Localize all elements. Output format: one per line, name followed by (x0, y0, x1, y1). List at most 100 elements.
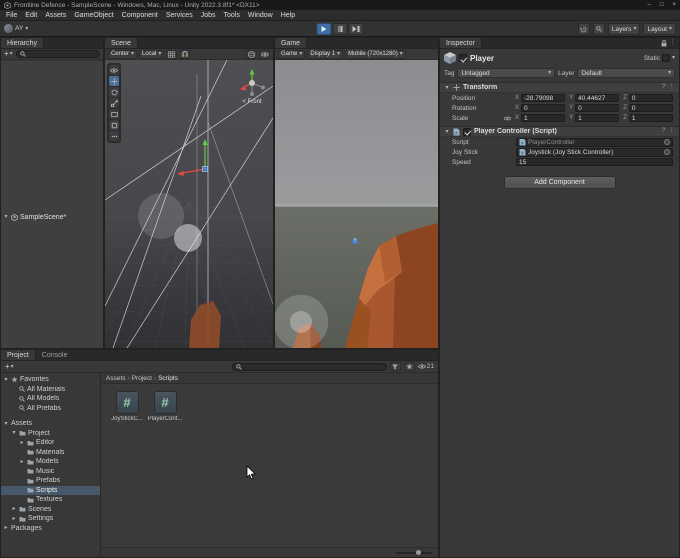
step-button[interactable] (348, 23, 364, 35)
expand-arrow[interactable]: ▾ (3, 377, 9, 383)
object-picker-icon[interactable] (664, 149, 670, 155)
view-tool[interactable] (109, 65, 119, 75)
kebab-menu-icon[interactable]: ⋮ (669, 84, 676, 91)
menu-assets[interactable]: Assets (41, 12, 70, 19)
gizmos-toggle-icon[interactable] (259, 49, 270, 59)
layers-dropdown[interactable]: Layers ▾ (607, 23, 641, 35)
expand-arrow[interactable]: ▸ (3, 525, 9, 531)
menu-help[interactable]: Help (277, 12, 299, 19)
rect-tool[interactable] (109, 109, 119, 119)
menu-window[interactable]: Window (244, 12, 277, 19)
tab-inspector[interactable]: Inspector (440, 38, 482, 48)
transform-scale-z-input[interactable]: 1 (628, 113, 673, 123)
project-tree-item-materials[interactable]: Materials (1, 448, 100, 458)
project-tree-item-music[interactable]: Music (1, 467, 100, 477)
handle-rotation-dropdown[interactable]: Local ▾ (139, 49, 165, 59)
expand-arrow[interactable]: ▸ (19, 440, 25, 446)
asset-joystickc[interactable]: # JoyStickC... (109, 391, 145, 422)
move-tool[interactable] (109, 76, 119, 86)
transform-tool[interactable] (109, 120, 119, 130)
menu-tools[interactable]: Tools (220, 12, 244, 19)
tab-scene[interactable]: Scene (105, 38, 138, 48)
expand-arrow[interactable]: ▾ (11, 430, 17, 436)
expand-arrow[interactable]: ▸ (11, 506, 17, 512)
create-asset-button[interactable]: + ▾ (5, 362, 14, 371)
expand-arrow[interactable]: ▾ (444, 129, 450, 135)
expand-arrow[interactable]: ▸ (11, 516, 17, 522)
layer-dropdown[interactable]: Default ▾ (577, 68, 675, 78)
kebab-menu-icon[interactable]: ⋮ (670, 39, 677, 47)
gameobject-name-field[interactable]: Player (470, 54, 641, 63)
display-dropdown[interactable]: Display 1 ▾ (307, 49, 344, 59)
scene-header-samplescene[interactable]: ▾ SampleScene* (1, 61, 103, 348)
project-tree-item-packages[interactable]: ▸ Packages (1, 524, 100, 534)
favorites-star-icon[interactable] (403, 362, 415, 371)
object-picker-icon[interactable] (664, 139, 670, 145)
transform-scale-y-input[interactable]: 1 (575, 113, 620, 123)
filter-icon[interactable] (389, 362, 401, 371)
add-component-button[interactable]: Add Component (503, 176, 616, 189)
menu-jobs[interactable]: Jobs (197, 12, 220, 19)
menu-component[interactable]: Component (118, 12, 162, 19)
project-tree-item-all-prefabs[interactable]: All Prefabs (1, 404, 100, 414)
static-caret-icon[interactable]: ▾ (672, 55, 675, 61)
asset-playercont[interactable]: # PlayerCont... (147, 391, 183, 422)
orientation-label[interactable]: < Front (242, 99, 261, 105)
project-tree-item-all-models[interactable]: All Models (1, 394, 100, 404)
minimize-button[interactable]: – (648, 2, 651, 8)
joystick-ui-overlay[interactable] (275, 294, 329, 348)
transform-rotation-x-input[interactable]: 0 (521, 103, 566, 113)
kebab-menu-icon[interactable]: ⋮ (669, 128, 676, 135)
orientation-gizmo[interactable]: < Front (237, 68, 267, 105)
project-tree-item-settings[interactable]: ▸ Settings (1, 514, 100, 524)
transform-scale-x-input[interactable]: 1 (521, 113, 566, 123)
breadcrumb-project[interactable]: Project (132, 375, 152, 382)
transform-position-z-input[interactable]: 0 (628, 93, 673, 103)
project-tree-item-textures[interactable]: Textures (1, 495, 100, 505)
account-button[interactable]: AY ▾ (4, 24, 28, 33)
rotate-tool[interactable] (109, 87, 119, 97)
help-icon[interactable]: ? (662, 128, 666, 135)
transform-position-y-input[interactable]: 40.44627 (575, 93, 620, 103)
maximize-button[interactable]: □ (660, 2, 664, 8)
object-field-joy-stick[interactable]: # Joystick (Joy Stick Controller) (516, 147, 673, 157)
transform-rotation-z-input[interactable]: 0 (628, 103, 673, 113)
tag-dropdown[interactable]: Untagged ▾ (457, 68, 556, 78)
breadcrumb-scripts[interactable]: Scripts (158, 375, 178, 382)
tab-console[interactable]: Console (36, 350, 74, 360)
breadcrumb-assets[interactable]: Assets (106, 375, 126, 382)
project-tree-item-favorites[interactable]: ▾ Favorites (1, 375, 100, 385)
icon-zoom-slider[interactable] (396, 549, 432, 555)
transform-component-header[interactable]: ▾ Transform ? ⋮ (440, 82, 679, 93)
snap-icon[interactable] (179, 49, 191, 59)
component-enabled-checkbox[interactable] (463, 127, 471, 136)
camera-settings-icon[interactable] (246, 49, 257, 59)
scale-tool[interactable] (109, 98, 119, 108)
project-tree-item-editor[interactable]: ▸ Editor (1, 438, 100, 448)
player-controller-header[interactable]: ▾ # Player Controller (Script) ? ⋮ (440, 126, 679, 137)
zoom-slider-knob[interactable] (415, 549, 421, 555)
undo-history-icon[interactable] (577, 23, 590, 35)
grid-visibility-icon[interactable] (166, 49, 178, 59)
transform-rotation-y-input[interactable]: 0 (575, 103, 620, 113)
static-checkbox[interactable] (661, 54, 670, 62)
menu-edit[interactable]: Edit (21, 12, 41, 19)
hierarchy-search-input[interactable] (15, 50, 100, 58)
object-field-script[interactable]: # PlayerController (516, 137, 673, 147)
tab-game[interactable]: Game (275, 38, 308, 48)
menu-services[interactable]: Services (162, 12, 197, 19)
project-tree-item-all-materials[interactable]: All Materials (1, 385, 100, 395)
close-button[interactable]: × (672, 2, 676, 8)
expand-arrow[interactable]: ▸ (19, 459, 25, 465)
expand-arrow[interactable]: ▾ (3, 214, 9, 220)
game-mode-dropdown[interactable]: Game ▾ (278, 49, 306, 59)
project-tree-item-project[interactable]: ▾ Project (1, 429, 100, 439)
scene-viewport[interactable]: < Front (105, 60, 273, 348)
more-tools[interactable] (109, 131, 119, 141)
layout-dropdown[interactable]: Layout ▾ (643, 23, 676, 35)
project-search-input[interactable] (231, 362, 387, 371)
play-button[interactable] (316, 23, 332, 35)
menu-file[interactable]: File (2, 12, 21, 19)
expand-arrow[interactable]: ▾ (3, 421, 9, 427)
create-object-button[interactable]: + ▾ (4, 50, 13, 58)
